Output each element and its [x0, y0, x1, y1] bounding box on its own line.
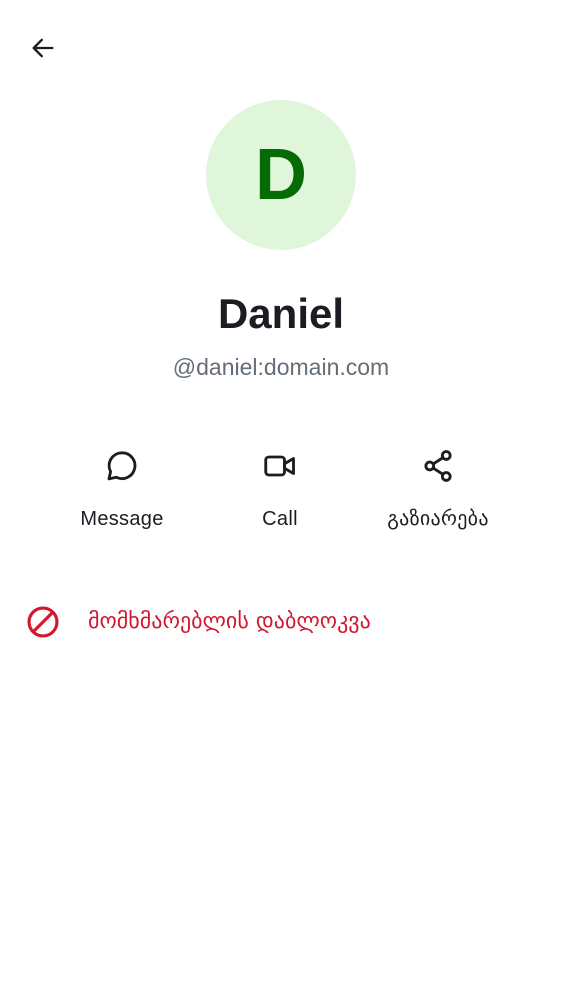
avatar: D: [206, 100, 356, 250]
avatar-initial: D: [255, 135, 307, 215]
share-button[interactable]: გაზიარება: [363, 440, 513, 550]
block-user-label: მომხმარებლის დაბლოკვა: [88, 609, 371, 634]
message-label: Message: [80, 508, 164, 530]
share-label: გაზიარება: [387, 508, 489, 530]
video-camera-icon: [261, 447, 299, 485]
block-icon: [25, 604, 61, 640]
call-button[interactable]: Call: [205, 440, 355, 550]
message-button[interactable]: Message: [47, 440, 197, 550]
call-label: Call: [262, 508, 298, 530]
arrow-left-icon: [29, 34, 57, 67]
chat-bubble-icon: [103, 447, 141, 485]
block-user-button[interactable]: მომხმარებლის დაბლოკვა: [0, 592, 562, 652]
display-name: Daniel: [217, 290, 345, 337]
back-button[interactable]: [19, 26, 67, 74]
share-icon: [419, 447, 457, 485]
user-id: @daniel:domain.com: [172, 354, 390, 380]
